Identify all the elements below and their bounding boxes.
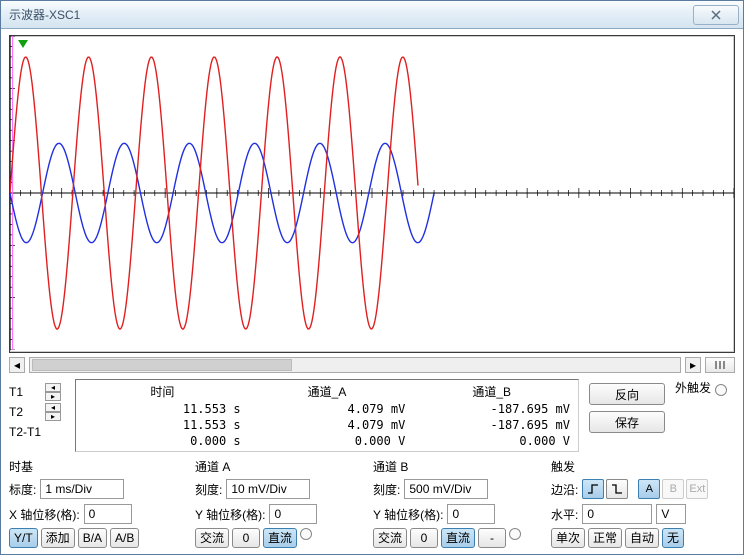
- resize-grip[interactable]: [705, 357, 735, 373]
- trigger-panel: 触发 边沿: A B Ext 水平:: [551, 458, 735, 548]
- readout-row-t2: 11.553 s 4.079 mV -187.695 mV: [80, 417, 574, 433]
- trigger-none-button[interactable]: 无: [662, 528, 684, 548]
- cursor-label-column: T1 ◂ ▸ T2 ◂ ▸ T2-T1: [9, 379, 67, 441]
- timebase-scale-input[interactable]: [40, 479, 124, 499]
- scrollbar-thumb[interactable]: [32, 359, 292, 371]
- trigger-source-a-button[interactable]: A: [638, 479, 660, 499]
- ext-trigger-terminal[interactable]: [715, 384, 727, 396]
- readout-row-diff: 0.000 s 0.000 V 0.000 V: [80, 433, 574, 449]
- cursor-readout-table: 时间 通道_A 通道_B 11.553 s 4.079 mV -187.695 …: [75, 379, 579, 452]
- channel-b-title: 通道 B: [373, 458, 545, 475]
- channel-a-yoffset-input[interactable]: [269, 504, 317, 524]
- close-icon: [710, 9, 722, 21]
- scroll-left-button[interactable]: ◂: [9, 357, 25, 373]
- channel-b-zero-button[interactable]: 0: [410, 528, 438, 548]
- trigger-auto-button[interactable]: 自动: [625, 528, 659, 548]
- t2-left-button[interactable]: ◂: [45, 403, 61, 412]
- timebase-add-button[interactable]: 添加: [41, 528, 75, 548]
- channel-a-title: 通道 A: [195, 458, 367, 475]
- t1-left-button[interactable]: ◂: [45, 383, 61, 392]
- channel-b-terminal[interactable]: [509, 528, 521, 540]
- channel-b-scale-input[interactable]: [404, 479, 488, 499]
- timebase-ba-button[interactable]: B/A: [78, 528, 107, 548]
- channel-b-yoffset-input[interactable]: [447, 504, 495, 524]
- trigger-single-button[interactable]: 单次: [551, 528, 585, 548]
- cursor-readout-row: T1 ◂ ▸ T2 ◂ ▸ T2-T1 时间 通道_: [1, 375, 743, 456]
- timebase-xoffset-input[interactable]: [84, 504, 132, 524]
- channel-a-dc-button[interactable]: 直流: [263, 528, 297, 548]
- channel-a-scale-label: 刻度:: [195, 481, 222, 498]
- channel-b-scale-label: 刻度:: [373, 481, 400, 498]
- falling-edge-icon: [611, 483, 623, 495]
- channel-a-terminal[interactable]: [300, 528, 312, 540]
- horizontal-scroll-row: ◂ ▸: [1, 355, 743, 375]
- trigger-level-unit[interactable]: [656, 504, 686, 524]
- channel-b-minus-button[interactable]: -: [478, 528, 506, 548]
- rising-edge-icon: [587, 483, 599, 495]
- trigger-source-b-button[interactable]: B: [662, 479, 684, 499]
- cursor-diff-label: T2-T1: [9, 425, 43, 439]
- side-buttons: 反向 保存: [587, 379, 667, 437]
- close-button[interactable]: [693, 5, 739, 25]
- readout-chA-header: 通道_A: [245, 382, 410, 401]
- cursor-t1-label: T1: [9, 385, 43, 399]
- channel-a-yoffset-label: Y 轴位移(格):: [195, 506, 265, 523]
- channel-b-panel: 通道 B 刻度: Y 轴位移(格): 交流 0 直流 -: [373, 458, 545, 548]
- channel-a-zero-button[interactable]: 0: [232, 528, 260, 548]
- readout-chB-header: 通道_B: [409, 382, 574, 401]
- t1-right-button[interactable]: ▸: [45, 392, 61, 401]
- trigger-normal-button[interactable]: 正常: [588, 528, 622, 548]
- timebase-xoffset-label: X 轴位移(格):: [9, 506, 80, 523]
- scope-grid: [9, 35, 735, 353]
- scroll-right-button[interactable]: ▸: [685, 357, 701, 373]
- channel-b-yoffset-label: Y 轴位移(格):: [373, 506, 443, 523]
- readout-row-t1: 11.553 s 4.079 mV -187.695 mV: [80, 401, 574, 417]
- titlebar: 示波器-XSC1: [1, 1, 743, 29]
- channel-a-ac-button[interactable]: 交流: [195, 528, 229, 548]
- window-title: 示波器-XSC1: [9, 6, 80, 23]
- trigger-title: 触发: [551, 458, 735, 475]
- timebase-panel: 时基 标度: X 轴位移(格): Y/T 添加 B/A A/B: [9, 458, 189, 548]
- ext-trigger-label: 外触发: [675, 379, 711, 396]
- trigger-level-input[interactable]: [582, 504, 652, 524]
- trigger-level-label: 水平:: [551, 506, 578, 523]
- timebase-ab-button[interactable]: A/B: [110, 528, 139, 548]
- save-button[interactable]: 保存: [589, 411, 665, 433]
- ext-trigger-group: 外触发: [675, 379, 735, 398]
- trigger-source-ext-button[interactable]: Ext: [686, 479, 708, 499]
- trigger-edge-label: 边沿:: [551, 481, 578, 498]
- horizontal-scrollbar[interactable]: [29, 357, 681, 373]
- reverse-button[interactable]: 反向: [589, 383, 665, 405]
- trigger-rising-edge-button[interactable]: [582, 479, 604, 499]
- timebase-scale-label: 标度:: [9, 481, 36, 498]
- waveform-display[interactable]: [1, 29, 743, 355]
- oscilloscope-window: 示波器-XSC1 ◂ ▸ T1 ◂ ▸ T2 ◂: [0, 0, 744, 555]
- timebase-yt-button[interactable]: Y/T: [9, 528, 38, 548]
- timebase-title: 时基: [9, 458, 189, 475]
- control-panels: 时基 标度: X 轴位移(格): Y/T 添加 B/A A/B 通道 A 刻度:: [1, 456, 743, 554]
- readout-time-header: 时间: [80, 382, 245, 401]
- t2-right-button[interactable]: ▸: [45, 412, 61, 421]
- channel-b-ac-button[interactable]: 交流: [373, 528, 407, 548]
- cursor-t2-label: T2: [9, 405, 43, 419]
- channel-a-scale-input[interactable]: [226, 479, 310, 499]
- channel-b-dc-button[interactable]: 直流: [441, 528, 475, 548]
- trigger-falling-edge-button[interactable]: [606, 479, 628, 499]
- channel-a-panel: 通道 A 刻度: Y 轴位移(格): 交流 0 直流: [195, 458, 367, 548]
